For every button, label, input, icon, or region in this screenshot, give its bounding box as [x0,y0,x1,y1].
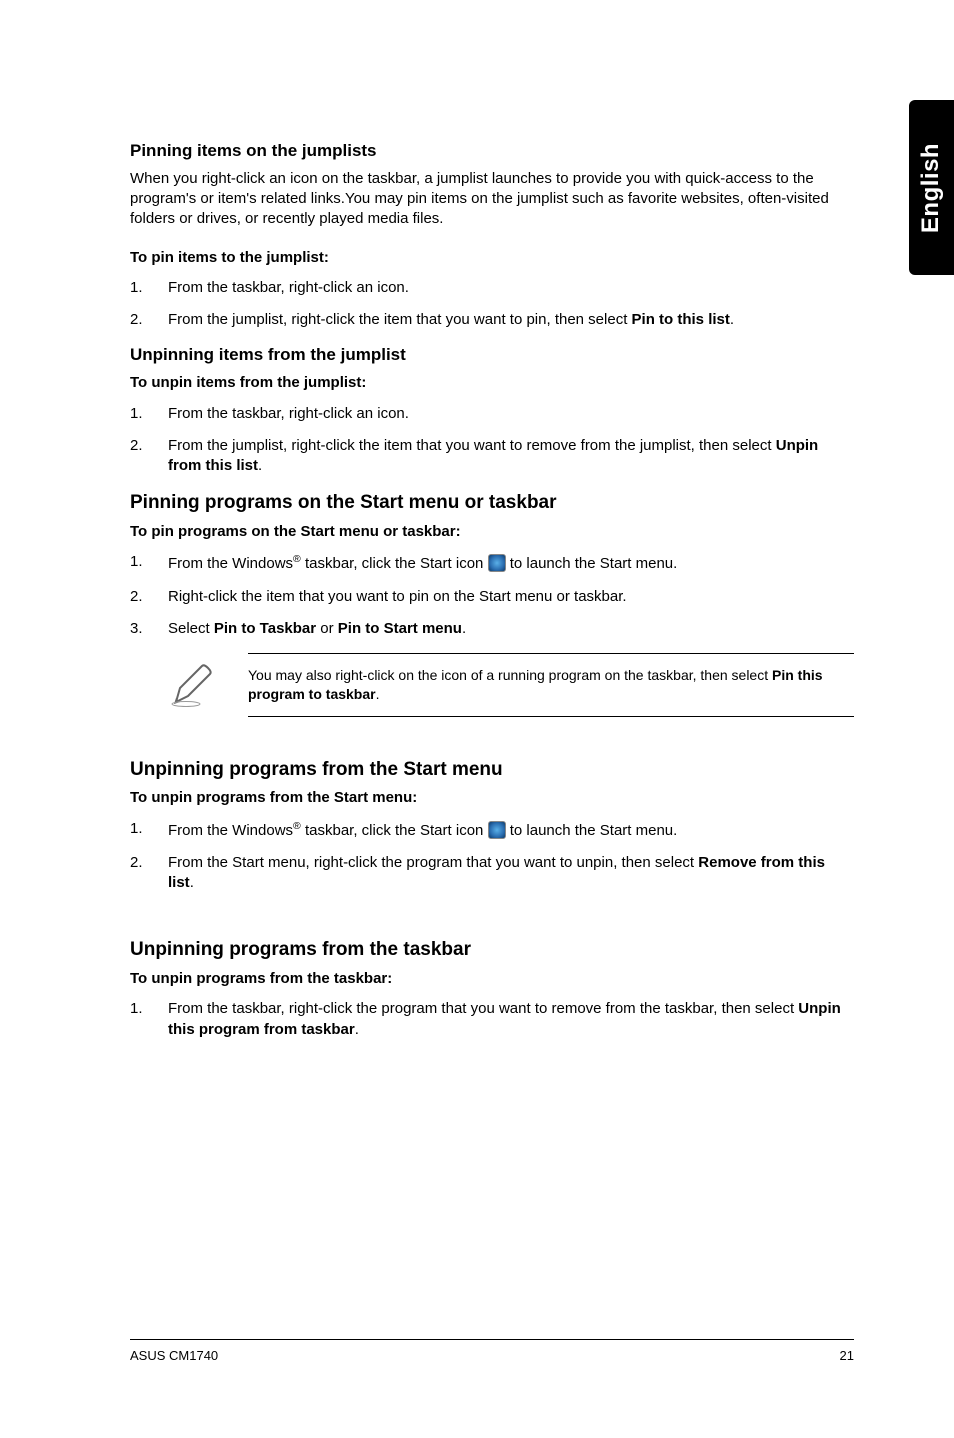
step-number: 1. [130,999,168,1040]
step-text: From the jumplist, right-click the item … [168,436,854,477]
pencil-icon [168,660,218,710]
sec1-steps: 1.From the taskbar, right-click an icon.… [130,278,854,331]
step-number: 2. [130,310,168,330]
page-footer: ASUS CM1740 21 [130,1339,854,1363]
step-text: From the Start menu, right-click the pro… [168,853,854,894]
step-number: 3. [130,619,168,639]
step-text: From the taskbar, right-click an icon. [168,278,854,298]
language-label: English [918,142,946,232]
sec4-sub: To unpin programs from the Start menu: [130,788,854,808]
list-item: 2.Right-click the item that you want to … [130,587,854,607]
footer-page-number: 21 [840,1348,854,1363]
list-item: 1.From the Windows® taskbar, click the S… [130,819,854,841]
sec4-steps: 1.From the Windows® taskbar, click the S… [130,819,854,894]
list-item: 2.From the jumplist, right-click the ite… [130,310,854,330]
note-text: You may also right-click on the icon of … [248,653,854,717]
step-text: From the taskbar, right-click an icon. [168,404,854,424]
sec2-heading: Unpinning items from the jumplist [130,344,854,367]
start-icon [488,821,506,839]
sec1-intro: When you right-click an icon on the task… [130,169,854,230]
sec5-sub: To unpin programs from the taskbar: [130,969,854,989]
sec2-steps: 1.From the taskbar, right-click an icon.… [130,404,854,477]
registered-mark: ® [293,820,301,832]
step-text: Right-click the item that you want to pi… [168,587,854,607]
list-item: 1.From the taskbar, right-click an icon. [130,278,854,298]
list-item: 3.Select Pin to Taskbar or Pin to Start … [130,619,854,639]
list-item: 2.From the Start menu, right-click the p… [130,853,854,894]
step-number: 1. [130,404,168,424]
step-text: Select Pin to Taskbar or Pin to Start me… [168,619,854,639]
language-tab: English [909,100,954,275]
sec1-sub: To pin items to the jumplist: [130,248,854,268]
list-item: 2.From the jumplist, right-click the ite… [130,436,854,477]
step-text: From the jumplist, right-click the item … [168,310,854,330]
step-number: 1. [130,552,168,574]
sec5-steps: 1.From the taskbar, right-click the prog… [130,999,854,1040]
step-number: 2. [130,587,168,607]
footer-left: ASUS CM1740 [130,1348,218,1363]
sec3-steps: 1.From the Windows® taskbar, click the S… [130,552,854,639]
note-block: You may also right-click on the icon of … [168,653,854,717]
step-text: From the Windows® taskbar, click the Sta… [168,552,854,574]
registered-mark: ® [293,553,301,565]
sec5-heading: Unpinning programs from the taskbar [130,937,854,963]
step-number: 2. [130,853,168,894]
list-item: 1.From the taskbar, right-click an icon. [130,404,854,424]
step-number: 1. [130,819,168,841]
start-icon [488,554,506,572]
sec1-heading: Pinning items on the jumplists [130,140,854,163]
step-text: From the Windows® taskbar, click the Sta… [168,819,854,841]
step-number: 1. [130,278,168,298]
list-item: 1.From the Windows® taskbar, click the S… [130,552,854,574]
sec3-heading: Pinning programs on the Start menu or ta… [130,490,854,516]
list-item: 1.From the taskbar, right-click the prog… [130,999,854,1040]
sec2-sub: To unpin items from the jumplist: [130,373,854,393]
step-number: 2. [130,436,168,477]
step-text: From the taskbar, right-click the progra… [168,999,854,1040]
sec3-sub: To pin programs on the Start menu or tas… [130,522,854,542]
page-content: Pinning items on the jumplists When you … [0,0,954,1040]
sec4-heading: Unpinning programs from the Start menu [130,757,854,783]
